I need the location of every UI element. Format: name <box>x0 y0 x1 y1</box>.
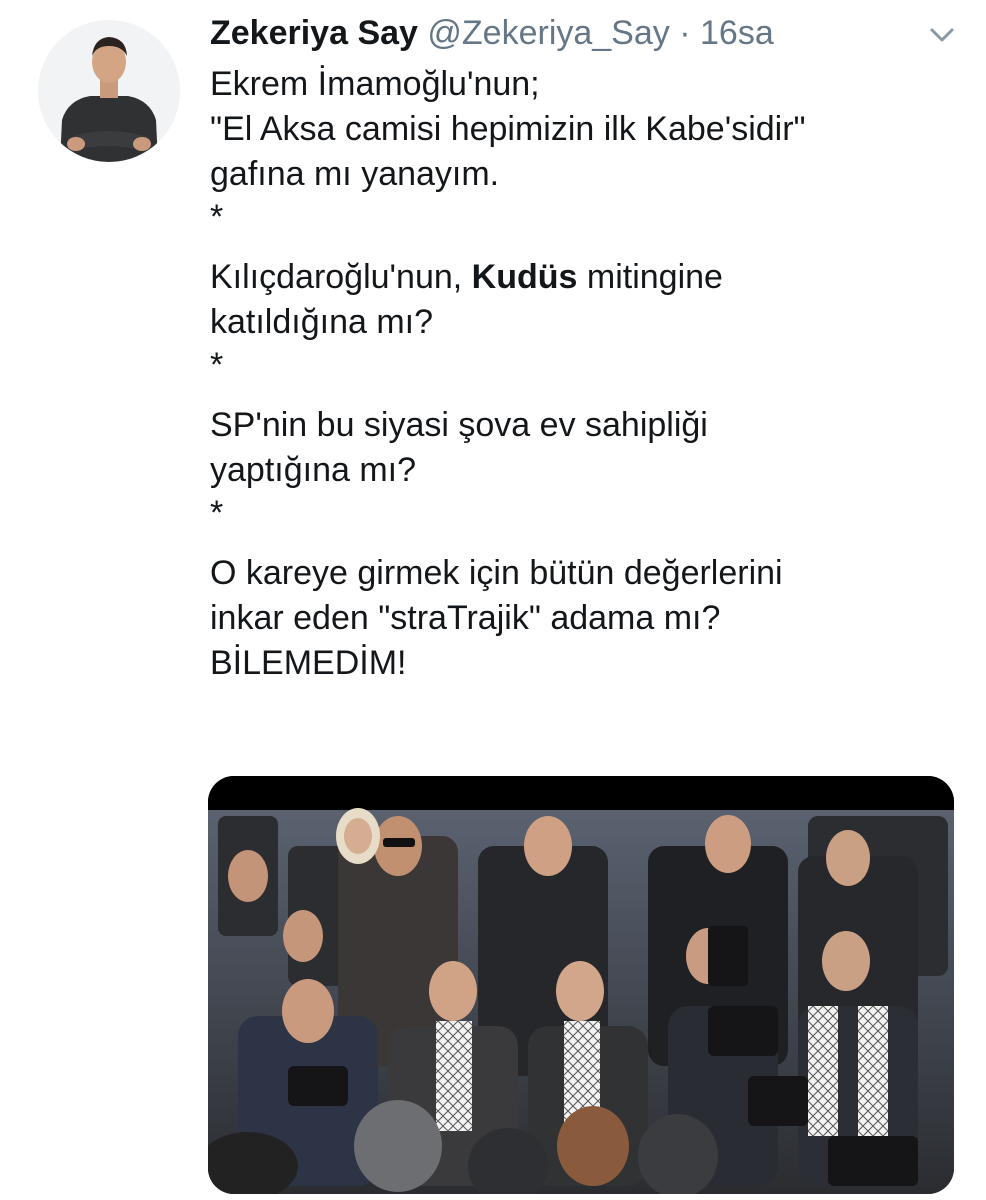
text-line: Kılıçdaroğlu'nun, Kudüs mitingine <box>210 255 960 300</box>
tweet-header: Zekeriya Say @Zekeriya_Say · 16sa <box>210 10 774 56</box>
tweet: Zekeriya Say @Zekeriya_Say · 16sa Ekrem … <box>0 0 986 1200</box>
author-name[interactable]: Zekeriya Say <box>210 14 418 52</box>
text-line: katıldığına mı? <box>210 303 434 341</box>
avatar[interactable] <box>38 20 180 162</box>
text-segment: mitingine <box>577 258 723 296</box>
separator: · <box>679 14 691 52</box>
text-line: inkar eden "straTrajik" adama mı? <box>210 599 721 637</box>
text-line: yaptığına mı? <box>210 451 417 489</box>
text-separator: * <box>210 346 224 384</box>
text-segment: Kılıçdaroğlu'nun, <box>210 258 472 296</box>
author-handle[interactable]: @Zekeriya_Say <box>427 14 669 52</box>
hashtag-link[interactable]: Kudüs <box>472 258 578 296</box>
text-line: gafına mı yanayım. <box>210 155 500 193</box>
text-separator: * <box>210 198 224 236</box>
text-line: "El Aksa camisi hepimizin ilk Kabe'sidir… <box>210 110 806 148</box>
crowd-photo <box>208 776 954 1194</box>
chevron-down-icon[interactable] <box>928 24 956 46</box>
text-line: Ekrem İmamoğlu'nun; <box>210 65 540 103</box>
text-line: O kareye girmek için bütün değerlerini <box>210 554 783 592</box>
tweet-photo[interactable] <box>208 776 954 1194</box>
text-separator: * <box>210 494 224 532</box>
text-line: BİLEMEDİM! <box>210 644 407 682</box>
timestamp[interactable]: 16sa <box>700 14 774 52</box>
text-line: SP'nin bu siyasi şova ev sahipliği <box>210 406 708 444</box>
avatar-image <box>38 20 180 162</box>
tweet-text: Ekrem İmamoğlu'nun; "El Aksa camisi hepi… <box>210 62 960 686</box>
